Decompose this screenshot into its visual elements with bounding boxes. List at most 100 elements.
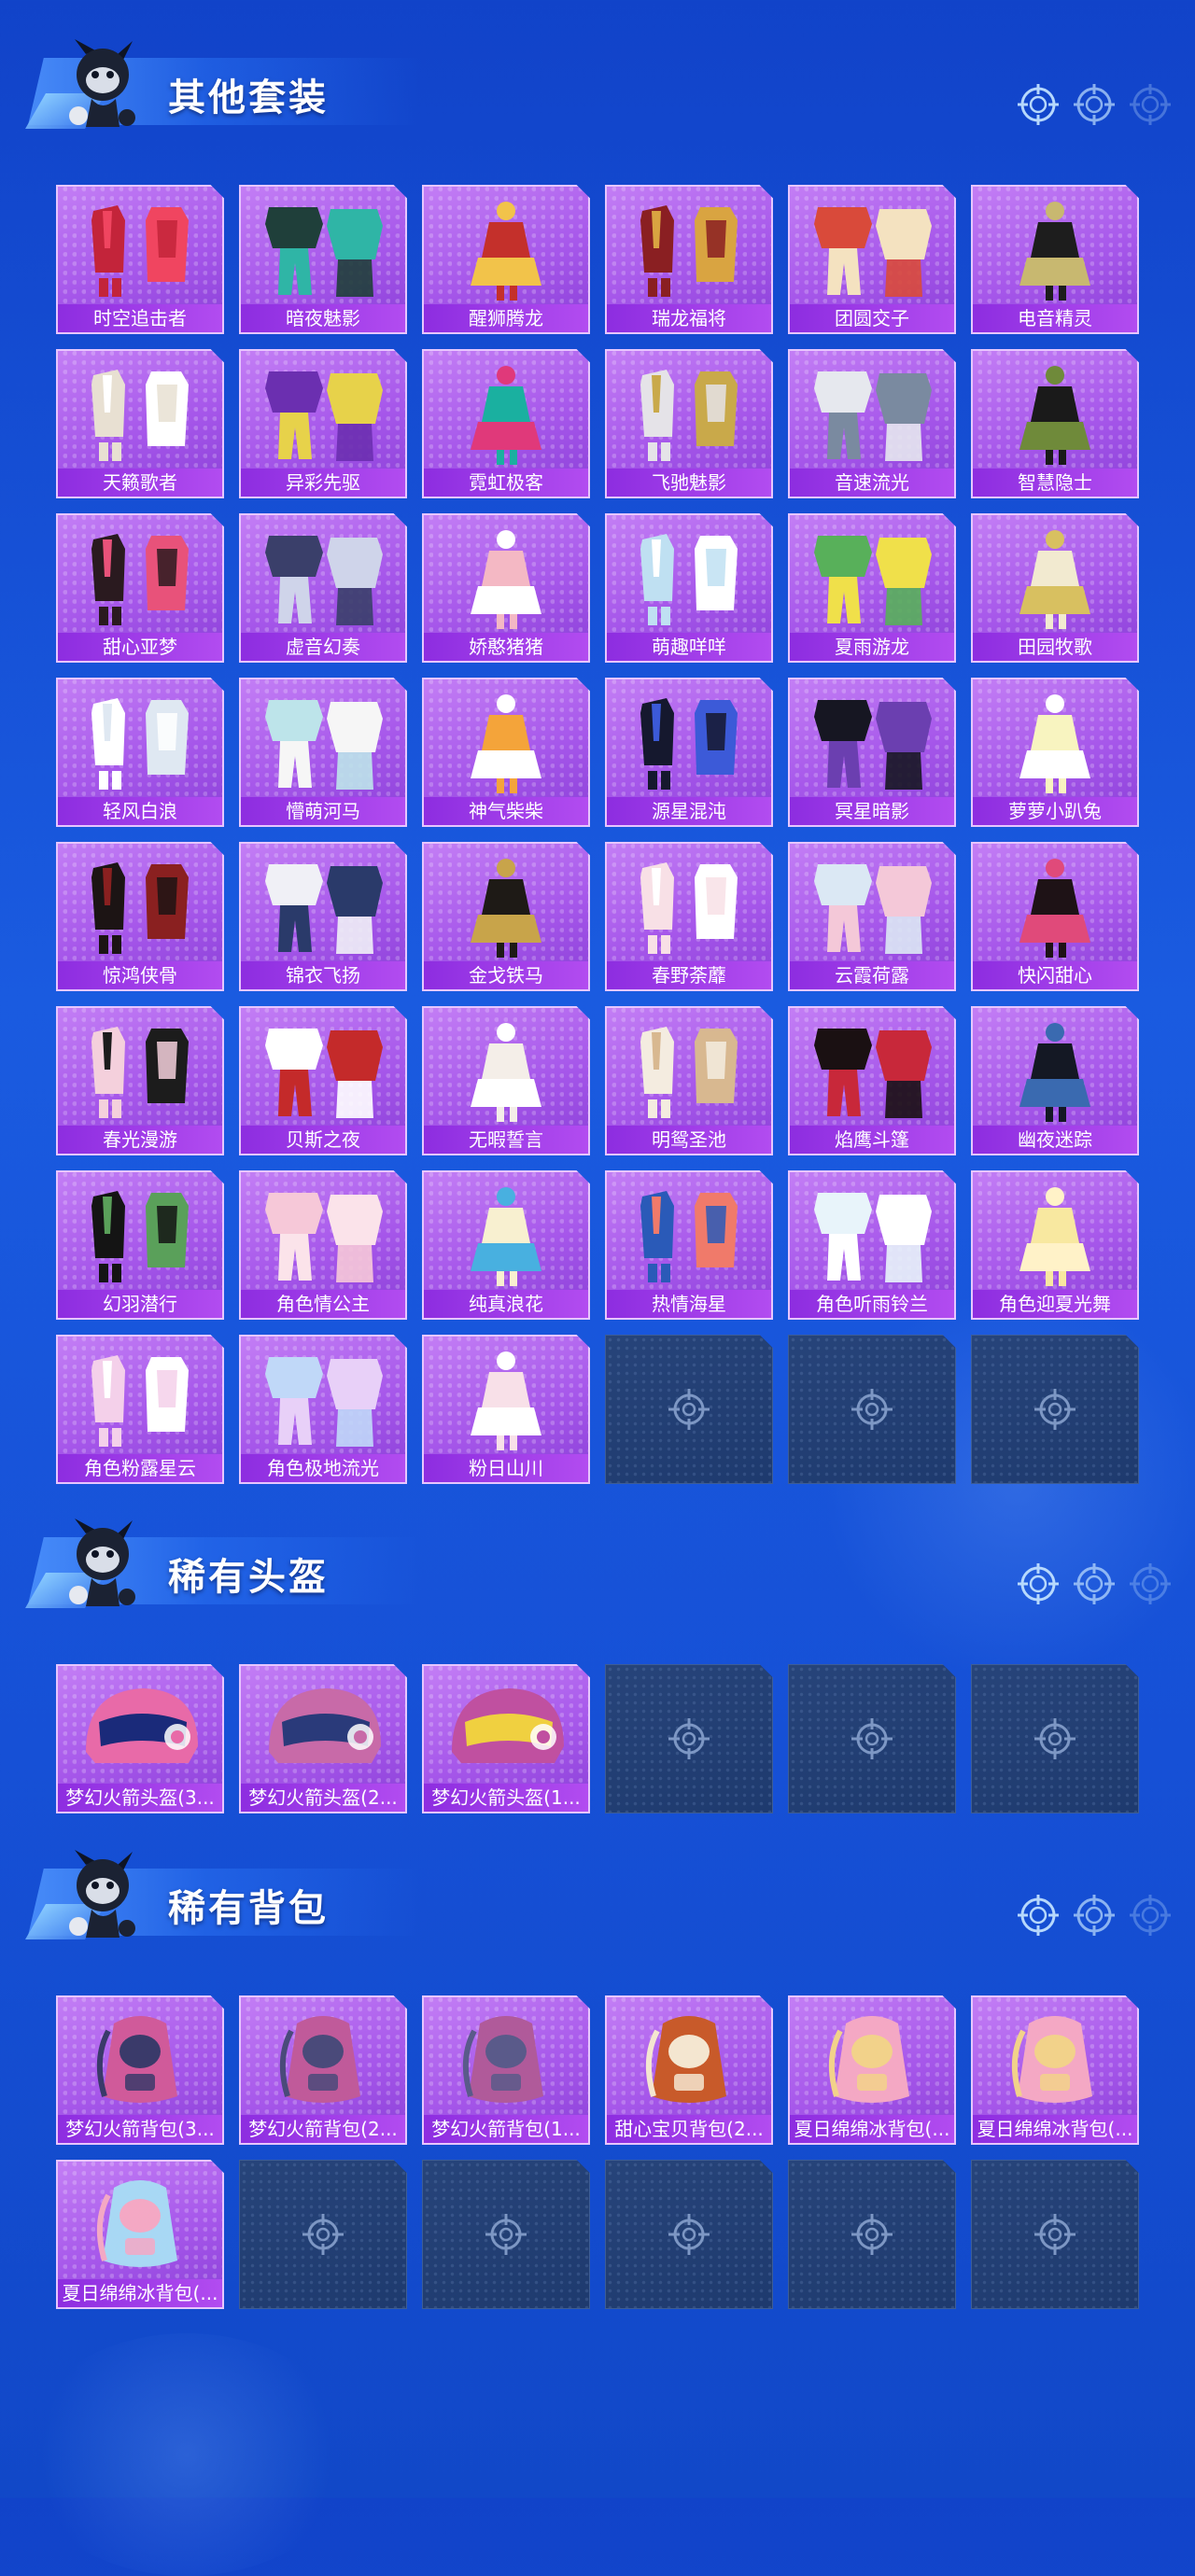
item-card[interactable]: 天籁歌者 — [56, 349, 224, 498]
section-title: 稀有背包 — [168, 1887, 329, 1930]
item-card[interactable]: 梦幻火箭头盔(3... — [56, 1664, 224, 1813]
item-label: 懵萌河马 — [241, 797, 405, 825]
item-label: 明鸳圣池 — [607, 1126, 771, 1154]
item-card[interactable]: 瑞龙福将 — [605, 185, 773, 334]
item-card[interactable]: 暗夜魅影 — [239, 185, 407, 334]
empty-slot — [605, 2160, 773, 2309]
item-label: 快闪甜心 — [973, 961, 1137, 989]
item-card[interactable]: 冥星暗影 — [788, 678, 956, 827]
item-card[interactable]: 角色听雨铃兰 — [788, 1170, 956, 1320]
item-image — [91, 1191, 189, 1282]
item-card[interactable]: 夏日绵绵冰背包(... — [56, 2160, 224, 2309]
item-card[interactable]: 梦幻火箭背包(3... — [56, 1995, 224, 2145]
item-card[interactable]: 角色情公主 — [239, 1170, 407, 1320]
item-card[interactable]: 异彩先驱 — [239, 349, 407, 498]
item-card[interactable]: 幻羽潜行 — [56, 1170, 224, 1320]
item-card[interactable]: 团圆交子 — [788, 185, 956, 334]
item-card[interactable]: 锦衣飞扬 — [239, 842, 407, 991]
suits-grid: 时空追击者 暗夜魅影 醒狮腾龙 瑞龙福将 团圆交子 电音精灵 天籁歌者 异彩先驱… — [56, 185, 1139, 1484]
item-card[interactable]: 虚音幻奏 — [239, 513, 407, 663]
item-card[interactable]: 梦幻火箭头盔(1... — [422, 1664, 590, 1813]
item-image — [471, 202, 541, 301]
mascot-icon — [69, 1519, 135, 1606]
item-card[interactable]: 焰鹰斗篷 — [788, 1006, 956, 1155]
item-card[interactable]: 夏日绵绵冰背包(... — [788, 1995, 956, 2145]
item-card[interactable]: 春光漫游 — [56, 1006, 224, 1155]
item-label: 云霞荷露 — [790, 961, 954, 989]
item-card[interactable]: 电音精灵 — [971, 185, 1139, 334]
helmets-grid: 梦幻火箭头盔(3... 梦幻火箭头盔(2... 梦幻火箭头盔(1... — [56, 1664, 1139, 1813]
item-card[interactable]: 轻风白浪 — [56, 678, 224, 827]
item-card[interactable]: 角色粉露星云 — [56, 1335, 224, 1484]
item-card[interactable]: 金戈铁马 — [422, 842, 590, 991]
item-label: 无暇誓言 — [424, 1126, 588, 1154]
item-label: 暗夜魅影 — [241, 304, 405, 332]
item-card[interactable]: 梦幻火箭背包(1... — [422, 1995, 590, 2145]
item-card[interactable]: 夏日绵绵冰背包(... — [971, 1995, 1139, 2145]
crosshair-icon — [1074, 1895, 1115, 1936]
section-title: 稀有头盔 — [168, 1556, 329, 1599]
item-card[interactable]: 甜心宝贝背包(2... — [605, 1995, 773, 2145]
item-label: 夏日绵绵冰背包(... — [58, 2279, 222, 2307]
item-card[interactable]: 幽夜迷踪 — [971, 1006, 1139, 1155]
item-image — [279, 2016, 360, 2103]
crosshair-icon — [668, 1389, 710, 1430]
crosshair-icon — [1130, 1563, 1171, 1604]
item-label: 异彩先驱 — [241, 469, 405, 497]
item-card[interactable]: 粉日山川 — [422, 1335, 590, 1484]
item-card[interactable]: 田园牧歌 — [971, 513, 1139, 663]
item-card[interactable]: 懵萌河马 — [239, 678, 407, 827]
item-card[interactable]: 萌趣咩咩 — [605, 513, 773, 663]
empty-slot — [422, 2160, 590, 2309]
item-card[interactable]: 甜心亚梦 — [56, 513, 224, 663]
item-card[interactable]: 梦幻火箭头盔(2... — [239, 1664, 407, 1813]
item-card[interactable]: 娇憨猪猪 — [422, 513, 590, 663]
crosshair-icon — [1034, 1718, 1076, 1759]
mascot-icon — [69, 39, 135, 127]
item-image — [265, 1193, 383, 1282]
item-label: 冥星暗影 — [790, 797, 954, 825]
item-card[interactable]: 贝斯之夜 — [239, 1006, 407, 1155]
item-card[interactable]: 夏雨游龙 — [788, 513, 956, 663]
item-image — [640, 698, 738, 790]
item-image — [471, 530, 541, 629]
item-label: 梦幻火箭头盔(2... — [241, 1784, 405, 1812]
item-image — [1019, 366, 1090, 465]
item-card[interactable]: 霓虹极客 — [422, 349, 590, 498]
item-label: 甜心宝贝背包(2... — [607, 2115, 771, 2143]
section-header: 稀有头盔 — [0, 1517, 1195, 1619]
item-card[interactable]: 春野荼蘼 — [605, 842, 773, 991]
item-label: 夏日绵绵冰背包(... — [790, 2115, 954, 2143]
item-label: 天籁歌者 — [58, 469, 222, 497]
item-card[interactable]: 角色迎夏光舞 — [971, 1170, 1139, 1320]
item-card[interactable]: 热情海星 — [605, 1170, 773, 1320]
item-image — [640, 370, 738, 461]
item-card[interactable]: 梦幻火箭背包(2... — [239, 1995, 407, 2145]
item-image — [814, 1029, 932, 1118]
item-card[interactable]: 智慧隐士 — [971, 349, 1139, 498]
item-card[interactable]: 时空追击者 — [56, 185, 224, 334]
item-image — [1011, 2016, 1092, 2103]
item-label: 热情海星 — [607, 1290, 771, 1318]
item-card[interactable]: 音速流光 — [788, 349, 956, 498]
item-label: 锦衣飞扬 — [241, 961, 405, 989]
background-glow — [19, 2333, 355, 2576]
item-label: 焰鹰斗篷 — [790, 1126, 954, 1154]
item-label: 粉日山川 — [424, 1454, 588, 1482]
item-card[interactable]: 神气柴柴 — [422, 678, 590, 827]
item-label: 电音精灵 — [973, 304, 1137, 332]
item-card[interactable]: 纯真浪花 — [422, 1170, 590, 1320]
item-image — [269, 1688, 381, 1763]
item-card[interactable]: 云霞荷露 — [788, 842, 956, 991]
item-card[interactable]: 源星混沌 — [605, 678, 773, 827]
item-card[interactable]: 无暇誓言 — [422, 1006, 590, 1155]
item-card[interactable]: 飞驰魅影 — [605, 349, 773, 498]
item-image — [1019, 202, 1090, 301]
item-card[interactable]: 快闪甜心 — [971, 842, 1139, 991]
item-card[interactable]: 明鸳圣池 — [605, 1006, 773, 1155]
item-card[interactable]: 角色极地流光 — [239, 1335, 407, 1484]
item-card[interactable]: 萝萝小趴兔 — [971, 678, 1139, 827]
item-card[interactable]: 惊鸿侠骨 — [56, 842, 224, 991]
item-card[interactable]: 醒狮腾龙 — [422, 185, 590, 334]
item-label: 智慧隐士 — [973, 469, 1137, 497]
